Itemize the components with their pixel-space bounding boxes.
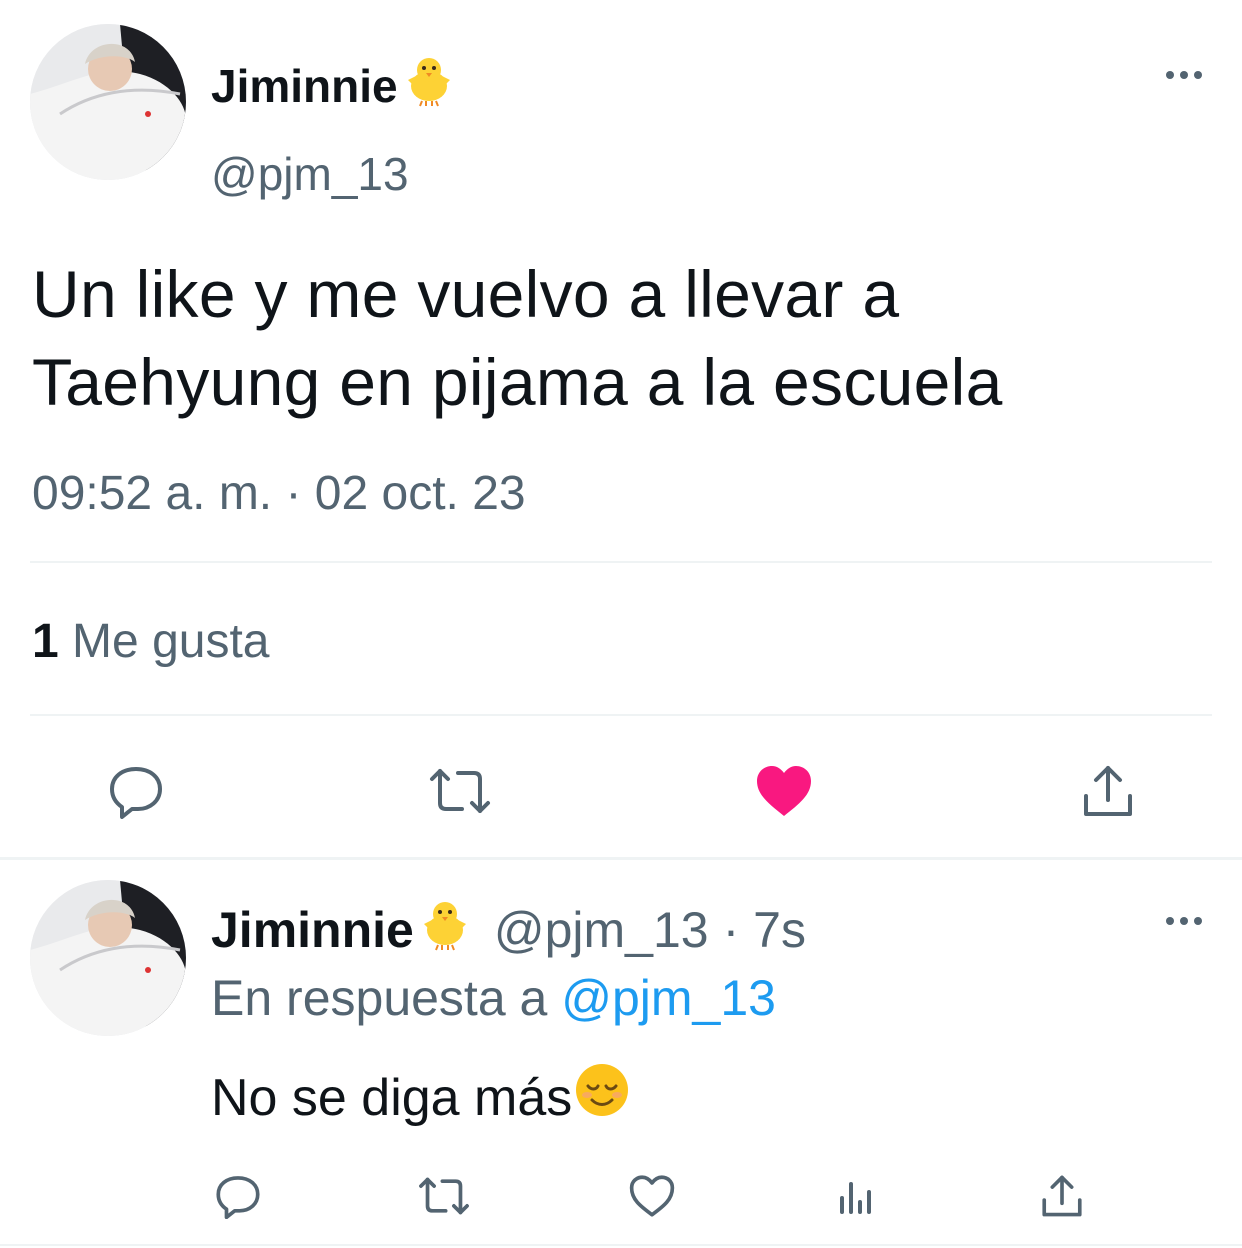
relieved-face-emoji — [574, 1062, 630, 1133]
share-icon[interactable] — [1032, 1166, 1092, 1226]
reply-context: En respuesta a @pjm_13 — [211, 968, 776, 1028]
reply-author-handle[interactable]: @pjm_13 — [494, 900, 709, 960]
likes-count: 1 — [32, 615, 59, 668]
views-icon[interactable] — [826, 1166, 886, 1226]
tweet-timestamp[interactable]: 09:52 a. m. · 02 oct. 23 — [32, 462, 526, 526]
like-icon-filled[interactable] — [748, 755, 820, 827]
divider — [0, 1244, 1242, 1246]
author-display-name: Jiminnie — [211, 60, 398, 112]
likes-summary[interactable]: 1 Me gusta — [32, 612, 269, 672]
retweet-icon[interactable] — [420, 755, 500, 827]
reply-text-content: No se diga más — [211, 1068, 573, 1127]
divider — [30, 561, 1212, 563]
baby-chick-emoji — [400, 50, 458, 122]
likes-label: Me gusta — [72, 615, 270, 668]
divider — [30, 714, 1212, 716]
reply-time[interactable]: · 7s — [723, 900, 806, 960]
more-options-icon[interactable] — [1150, 904, 1218, 938]
share-icon[interactable] — [1072, 755, 1144, 827]
reply-author-name[interactable]: Jiminnie — [211, 900, 414, 960]
section-divider — [0, 857, 1242, 860]
reply-to-link[interactable]: @pjm_13 — [561, 970, 776, 1026]
baby-chick-emoji — [416, 894, 474, 965]
tweet-text-line-1: Un like y me vuelvo a llevar a — [32, 257, 900, 331]
reply-icon[interactable] — [208, 1166, 268, 1226]
retweet-icon[interactable] — [410, 1166, 478, 1226]
tweet-text: Un like y me vuelvo a llevar a Taehyung … — [32, 250, 1003, 426]
author-handle[interactable]: @pjm_13 — [211, 144, 409, 204]
reply-prefix: En respuesta a — [211, 970, 548, 1026]
author-name[interactable]: Jiminnie — [211, 50, 458, 122]
reply-header: Jiminnie @pjm_13 · 7s — [211, 894, 806, 965]
avatar[interactable] — [30, 24, 186, 180]
reply-text: No se diga más — [211, 1062, 630, 1133]
reply-icon[interactable] — [100, 755, 172, 827]
like-icon[interactable] — [622, 1166, 682, 1226]
more-options-icon[interactable] — [1150, 58, 1218, 92]
tweet-text-line-2: Taehyung en pijama a la escuela — [32, 345, 1003, 419]
reply-avatar[interactable] — [30, 880, 186, 1036]
